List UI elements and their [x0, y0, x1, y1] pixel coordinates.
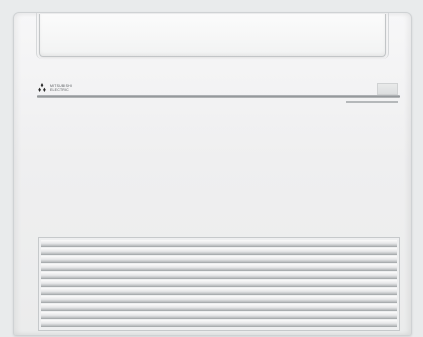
- grille-slat: [41, 312, 397, 319]
- brand-logo: MITSUBISHI ELECTRIC: [37, 83, 72, 92]
- grille-slat: [41, 296, 397, 303]
- photo-canvas: { "product": { "type": "floor-standing a…: [0, 0, 423, 337]
- air-conditioner-body: MITSUBISHI ELECTRIC: [13, 12, 412, 336]
- grille-slat: [41, 240, 397, 247]
- brand-wordmark: MITSUBISHI ELECTRIC: [50, 84, 72, 92]
- air-intake-grille: [38, 237, 400, 331]
- model-label-strip: [346, 101, 398, 103]
- grille-slat: [41, 256, 397, 263]
- top-air-outlet-panel: [39, 14, 386, 57]
- brand-line-2: ELECTRIC: [50, 87, 69, 92]
- grille-slat: [41, 304, 397, 311]
- three-diamonds-logo-icon: [38, 83, 46, 92]
- grille-slat: [41, 280, 397, 287]
- grille-slat: [41, 264, 397, 271]
- receiver-window: [377, 83, 398, 95]
- grille-slat: [41, 320, 397, 327]
- grille-slat: [41, 272, 397, 279]
- grille-slat: [41, 288, 397, 295]
- accent-stripe: [37, 95, 400, 98]
- grille-slat: [41, 248, 397, 255]
